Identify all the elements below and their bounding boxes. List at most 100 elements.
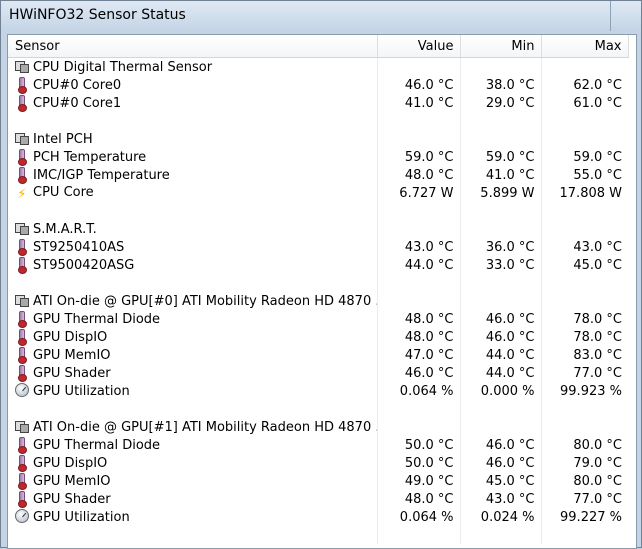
column-header-max[interactable]: Max xyxy=(541,35,629,58)
sensor-name-cell: ATI On-die @ GPU[#0] ATI Mobility Radeon… xyxy=(8,292,378,310)
sensor-label: GPU MemIO xyxy=(33,474,111,489)
lightning-icon: ⚡ xyxy=(17,187,27,202)
sensor-min-cell: 45.0 °C xyxy=(460,472,542,490)
sensor-label: GPU Utilization xyxy=(33,510,130,525)
table-row[interactable]: GPU Thermal Diode 48.0 °C 46.0 °C 78.0 °C xyxy=(8,310,628,328)
sensor-name-cell xyxy=(8,112,378,130)
table-row[interactable]: GPU DispIO 50.0 °C 46.0 °C 79.0 °C xyxy=(8,454,628,472)
sensor-max-cell: 62.0 °C xyxy=(573,77,622,93)
sensor-min-cell xyxy=(460,418,542,436)
sensor-max-cell: 43.0 °C xyxy=(573,239,622,255)
sensor-min-cell: 33.0 °C xyxy=(460,256,542,274)
sensor-label: GPU Utilization xyxy=(33,384,130,399)
sensor-value-cell: 0.064 % xyxy=(377,382,461,400)
column-header-min[interactable]: Min xyxy=(460,35,542,58)
sensor-name-cell: ATI On-die @ GPU[#1] ATI Mobility Radeon… xyxy=(8,418,378,436)
sensor-value-cell: 48.0 °C xyxy=(377,310,461,328)
sensor-name-cell: GPU Thermal Diode xyxy=(8,436,378,454)
sensor-min-cell: 0.024 % xyxy=(460,508,542,526)
sensor-value-cell: 46.0 °C xyxy=(377,364,461,382)
sensor-name-cell: CPU#0 Core0 xyxy=(8,76,378,94)
sensor-max-cell: 45.0 °C xyxy=(573,257,622,273)
sensor-min-cell: 41.0 °C xyxy=(460,166,542,184)
sensor-label: GPU MemIO xyxy=(33,348,111,363)
sensor-min-cell: 46.0 °C xyxy=(460,328,542,346)
thermometer-icon xyxy=(15,77,29,94)
sensor-name-cell: GPU Shader xyxy=(8,490,378,508)
close-button[interactable] xyxy=(610,1,639,31)
sensor-group-row[interactable]: ATI On-die @ GPU[#0] ATI Mobility Radeon… xyxy=(8,292,628,310)
sensor-min-cell xyxy=(460,130,542,148)
sensor-name-cell xyxy=(8,526,378,544)
sensor-min-cell xyxy=(460,57,542,76)
sensor-group-row[interactable]: CPU Digital Thermal Sensor xyxy=(8,57,628,76)
sensor-name-cell: GPU MemIO xyxy=(8,346,378,364)
sensor-max-cell xyxy=(541,220,628,238)
sensor-value-cell: 6.727 W xyxy=(377,184,461,202)
sensor-name-cell: CPU#0 Core1 xyxy=(8,94,378,112)
thermometer-icon xyxy=(15,239,29,256)
table-row[interactable]: GPU Shader 48.0 °C 43.0 °C 77.0 °C xyxy=(8,490,628,508)
sensor-max-cell: 80.0 °C xyxy=(573,437,622,453)
sensor-min-cell xyxy=(460,220,542,238)
sensor-name-cell: GPU Utilization xyxy=(8,508,378,526)
column-header-sensor[interactable]: Sensor xyxy=(8,35,378,58)
sensor-name-cell: ST9500420ASG xyxy=(8,256,378,274)
spacer-row xyxy=(8,112,628,130)
sensor-name-cell: ST9250410AS xyxy=(8,238,378,256)
sensor-value-cell: 49.0 °C xyxy=(377,472,461,490)
sensor-table: Sensor Value Min Max CPU Digital Thermal… xyxy=(8,35,629,544)
chip-icon xyxy=(15,293,29,307)
sensor-value-cell xyxy=(377,57,461,76)
table-row[interactable]: IMC/IGP Temperature 48.0 °C 41.0 °C 55.0 °C xyxy=(8,166,628,184)
table-row[interactable]: ⚡ CPU Core 6.727 W 5.899 W 17.808 W xyxy=(8,184,628,202)
table-row[interactable]: GPU DispIO 48.0 °C 46.0 °C 78.0 °C xyxy=(8,328,628,346)
spacer-row xyxy=(8,400,628,418)
sensor-group-row[interactable]: Intel PCH xyxy=(8,130,628,148)
sensor-max-cell: 77.0 °C xyxy=(573,491,622,507)
table-row[interactable]: GPU Utilization 0.064 % 0.024 % 99.227 % xyxy=(8,508,628,526)
sensor-max-cell xyxy=(541,400,628,418)
sensor-name-cell: Intel PCH xyxy=(8,130,378,148)
sensor-list-panel[interactable]: Sensor Value Min Max CPU Digital Thermal… xyxy=(7,34,637,549)
sensor-max-cell xyxy=(541,274,628,292)
sensor-name-cell: GPU Shader xyxy=(8,364,378,382)
table-row[interactable]: ST9250410AS 43.0 °C 36.0 °C 43.0 °C xyxy=(8,238,628,256)
sensor-value-cell xyxy=(377,220,461,238)
table-row[interactable]: GPU Utilization 0.064 % 0.000 % 99.923 % xyxy=(8,382,628,400)
sensor-max-cell: 55.0 °C xyxy=(573,167,622,183)
sensor-max-cell: 59.0 °C xyxy=(573,149,622,165)
sensor-value-cell: 50.0 °C xyxy=(377,454,461,472)
sensor-group-row[interactable]: ATI On-die @ GPU[#1] ATI Mobility Radeon… xyxy=(8,418,628,436)
sensor-name-cell: IMC/IGP Temperature xyxy=(8,166,378,184)
table-row[interactable]: CPU#0 Core0 46.0 °C 38.0 °C 62.0 °C xyxy=(8,76,628,94)
sensor-value-cell xyxy=(377,400,461,418)
sensor-value-cell xyxy=(377,526,461,544)
sensor-name-cell: S.M.A.R.T. xyxy=(8,220,378,238)
sensor-name-cell: ⚡ CPU Core xyxy=(8,184,378,202)
table-row[interactable]: CPU#0 Core1 41.0 °C 29.0 °C 61.0 °C xyxy=(8,94,628,112)
title-bar[interactable]: HWiNFO32 Sensor Status xyxy=(1,1,641,33)
table-row[interactable]: ST9500420ASG 44.0 °C 33.0 °C 45.0 °C xyxy=(8,256,628,274)
spacer-row xyxy=(8,274,628,292)
sensor-group-row[interactable]: S.M.A.R.T. xyxy=(8,220,628,238)
column-header-value[interactable]: Value xyxy=(377,35,461,58)
thermometer-icon xyxy=(15,257,29,274)
thermometer-icon xyxy=(15,437,29,454)
sensor-name-cell: CPU Digital Thermal Sensor xyxy=(8,57,378,76)
sensor-min-cell: 0.000 % xyxy=(460,382,542,400)
table-row[interactable]: GPU Shader 46.0 °C 44.0 °C 77.0 °C xyxy=(8,364,628,382)
sensor-name-cell: PCH Temperature xyxy=(8,148,378,166)
sensor-min-cell: 59.0 °C xyxy=(460,148,542,166)
sensor-value-cell xyxy=(377,274,461,292)
table-row[interactable]: PCH Temperature 59.0 °C 59.0 °C 59.0 °C xyxy=(8,148,628,166)
table-row[interactable]: GPU MemIO 49.0 °C 45.0 °C 80.0 °C xyxy=(8,472,628,490)
sensor-label: GPU Thermal Diode xyxy=(33,312,161,327)
sensor-max-cell xyxy=(541,130,628,148)
sensor-min-cell xyxy=(460,526,542,544)
sensor-max-cell: 99.227 % xyxy=(560,509,622,525)
table-row[interactable]: GPU MemIO 47.0 °C 44.0 °C 83.0 °C xyxy=(8,346,628,364)
thermometer-icon xyxy=(15,167,29,184)
sensor-label: Intel PCH xyxy=(33,132,93,147)
table-row[interactable]: GPU Thermal Diode 50.0 °C 46.0 °C 80.0 °C xyxy=(8,436,628,454)
